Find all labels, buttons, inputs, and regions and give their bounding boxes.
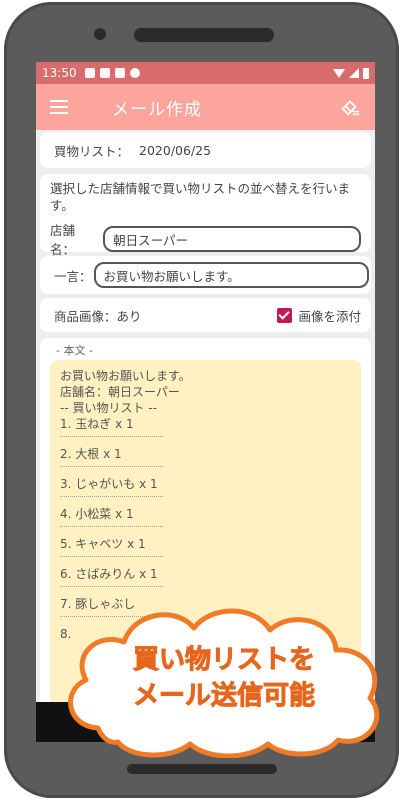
list-item: 4. 小松菜 x 1 xyxy=(60,507,134,521)
image-status: 商品画像：あり xyxy=(54,308,142,324)
list-label: 買物リスト： xyxy=(54,143,130,159)
menu-icon[interactable] xyxy=(50,100,68,114)
callout-line-2: メール送信可能 xyxy=(132,681,315,712)
store-card: 選択した店舗情報で買い物リストの並べ替えを行います。 店舗名： 朝日スーパー xyxy=(40,174,371,257)
body-legend: - 本文 - xyxy=(56,344,93,357)
list-item: 5. キャベツ x 1 xyxy=(60,537,146,551)
callout-text: 買い物リストを メール送信可能 xyxy=(58,642,390,714)
comment-card: 一言： お買い物お願いします。 xyxy=(40,256,371,294)
attach-image-toggle[interactable]: 画像を添付 xyxy=(277,306,361,325)
sync-icon xyxy=(129,68,140,78)
body-greeting: お買い物お願いします。 xyxy=(60,369,191,383)
status-time: 13:50 xyxy=(42,66,77,80)
sd-card-icon xyxy=(114,68,125,78)
list-item: 6. さばみりん x 1 xyxy=(60,567,158,581)
front-camera xyxy=(94,28,106,40)
attach-image-label: 画像を添付 xyxy=(298,308,361,324)
body-store-line: 店舗名：朝日スーパー xyxy=(60,385,180,399)
mail-icon xyxy=(99,68,110,78)
list-date: 2020/06/25 xyxy=(139,142,212,158)
notification-a-icon xyxy=(84,68,95,78)
wifi-icon xyxy=(333,68,345,78)
page-title: メール作成 xyxy=(112,99,202,120)
checkbox-checked-icon[interactable] xyxy=(277,307,293,323)
battery-icon xyxy=(363,67,369,79)
list-item: 3. じゃがいも x 1 xyxy=(60,477,158,491)
list-item: 2. 大根 x 1 xyxy=(60,447,122,461)
list-date-card: 買物リスト： 2020/06/25 xyxy=(40,132,371,168)
notification-icons xyxy=(84,68,140,78)
image-card: 商品画像：あり 画像を添付 xyxy=(40,298,371,332)
clear-icon[interactable] xyxy=(339,96,361,118)
status-bar: 13:50 xyxy=(36,62,375,84)
store-description: 選択した店舗情報で買い物リストの並べ替えを行います。 xyxy=(50,181,351,213)
earpiece-speaker xyxy=(134,28,274,42)
signal-icon xyxy=(349,68,359,78)
store-label: 店舗名： xyxy=(50,223,76,257)
callout-line-1: 買い物リストを xyxy=(132,645,315,676)
callout-cloud: 買い物リストを メール送信可能 xyxy=(58,598,390,758)
body-list-header: -- 買い物リスト -- xyxy=(60,401,157,415)
home-indicator xyxy=(127,764,277,774)
store-input[interactable]: 朝日スーパー xyxy=(103,226,361,252)
comment-input[interactable]: お買い物お願いします。 xyxy=(93,262,369,288)
list-item: 1. 玉ねぎ x 1 xyxy=(60,417,134,431)
comment-label: 一言： xyxy=(54,268,92,284)
app-bar: メール作成 xyxy=(36,84,375,130)
